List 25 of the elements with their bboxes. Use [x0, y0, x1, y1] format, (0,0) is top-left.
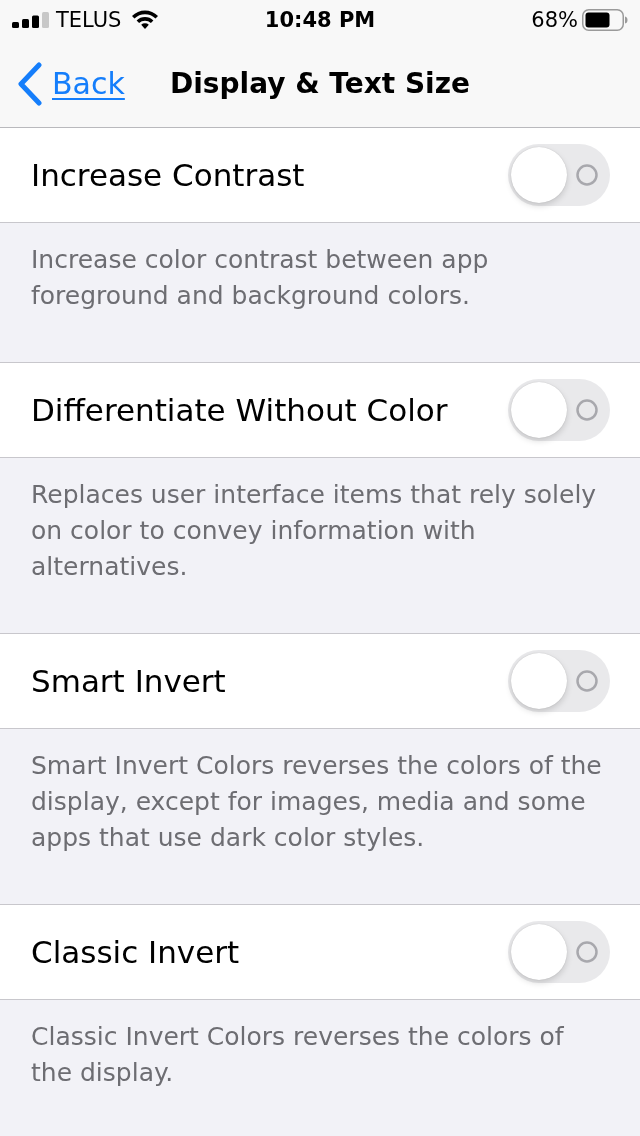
toggle-switch[interactable] — [508, 379, 610, 441]
setting-label: Increase Contrast — [31, 157, 305, 193]
signal-icon — [12, 12, 50, 28]
toggle-switch[interactable] — [508, 650, 610, 712]
wifi-icon — [131, 9, 160, 29]
page-title: Display & Text Size — [170, 67, 470, 100]
battery-icon — [582, 9, 628, 31]
toggle-switch[interactable] — [508, 921, 610, 983]
off-indicator-icon — [576, 670, 598, 692]
chevron-left-icon — [17, 61, 43, 106]
status-time: 10:48 PM — [264, 8, 376, 32]
setting-label: Classic Invert — [31, 934, 240, 970]
setting-description: Smart Invert Colors reverses the colors of the display, except for images, media and some apps that use dark color styles. — [31, 750, 603, 854]
setting-description: Increase color contrast between app foreground and background colors. — [31, 244, 490, 312]
setting-label: Smart Invert — [31, 663, 226, 699]
setting-label: Differentiate Without Color — [31, 392, 448, 428]
off-indicator-icon — [576, 399, 598, 421]
setting-description: Replaces user interface items that rely solely on color to convey information with alternatives. — [31, 479, 598, 583]
off-indicator-icon — [576, 941, 598, 963]
toggle-switch[interactable] — [508, 144, 610, 206]
off-indicator-icon — [576, 164, 598, 186]
battery-percentage: 68% — [531, 8, 578, 32]
carrier-name: TELUS — [56, 8, 122, 32]
setting-description: Classic Invert Colors reverses the colors of the display. — [31, 1021, 565, 1089]
back-button[interactable]: Back — [17, 61, 125, 106]
